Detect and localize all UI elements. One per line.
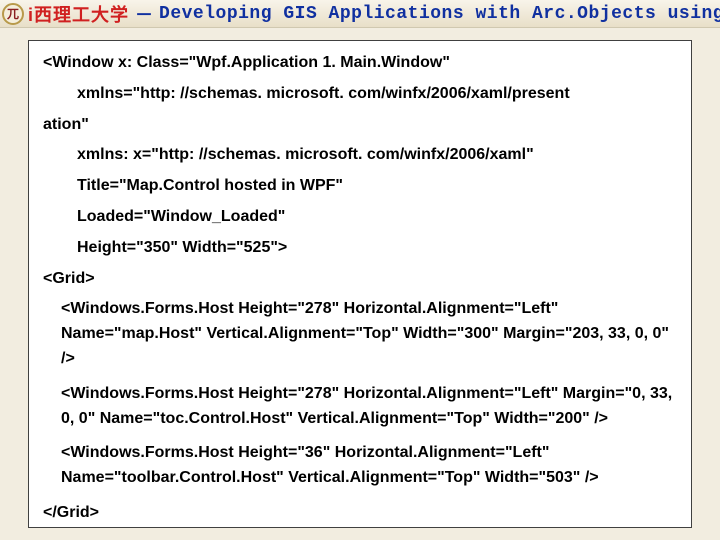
course-title: Developing GIS Applications with Arc.Obj… [159, 4, 720, 24]
code-line: Title="Map.Control hosted in WPF" [77, 174, 677, 199]
code-listing: <Window x: Class="Wpf.Application 1. Mai… [28, 40, 692, 528]
logo-glyph: 兀 [7, 5, 19, 22]
code-line: <Grid> [43, 267, 677, 292]
code-line: Loaded="Window_Loaded" [77, 205, 677, 230]
university-logo-icon: 兀 [2, 3, 24, 25]
code-line: <Windows.Forms.Host Height="278" Horizon… [61, 382, 677, 432]
slide-header: 兀 i西理工大学 － Developing GIS Applications w… [0, 0, 720, 28]
code-line: ation" [43, 113, 677, 138]
code-line: </Grid> [43, 501, 677, 526]
code-line: <Windows.Forms.Host Height="36" Horizont… [61, 441, 677, 491]
code-line: xmlns="http: //schemas. microsoft. com/w… [77, 82, 677, 107]
code-line: xmlns: x="http: //schemas. microsoft. co… [77, 143, 677, 168]
code-line: Height="350" Width="525"> [77, 236, 677, 261]
university-name: i西理工大学 [28, 1, 129, 27]
code-line: <Windows.Forms.Host Height="278" Horizon… [61, 297, 677, 371]
code-line: <Window x: Class="Wpf.Application 1. Mai… [43, 51, 677, 76]
header-separator: － [135, 1, 153, 27]
